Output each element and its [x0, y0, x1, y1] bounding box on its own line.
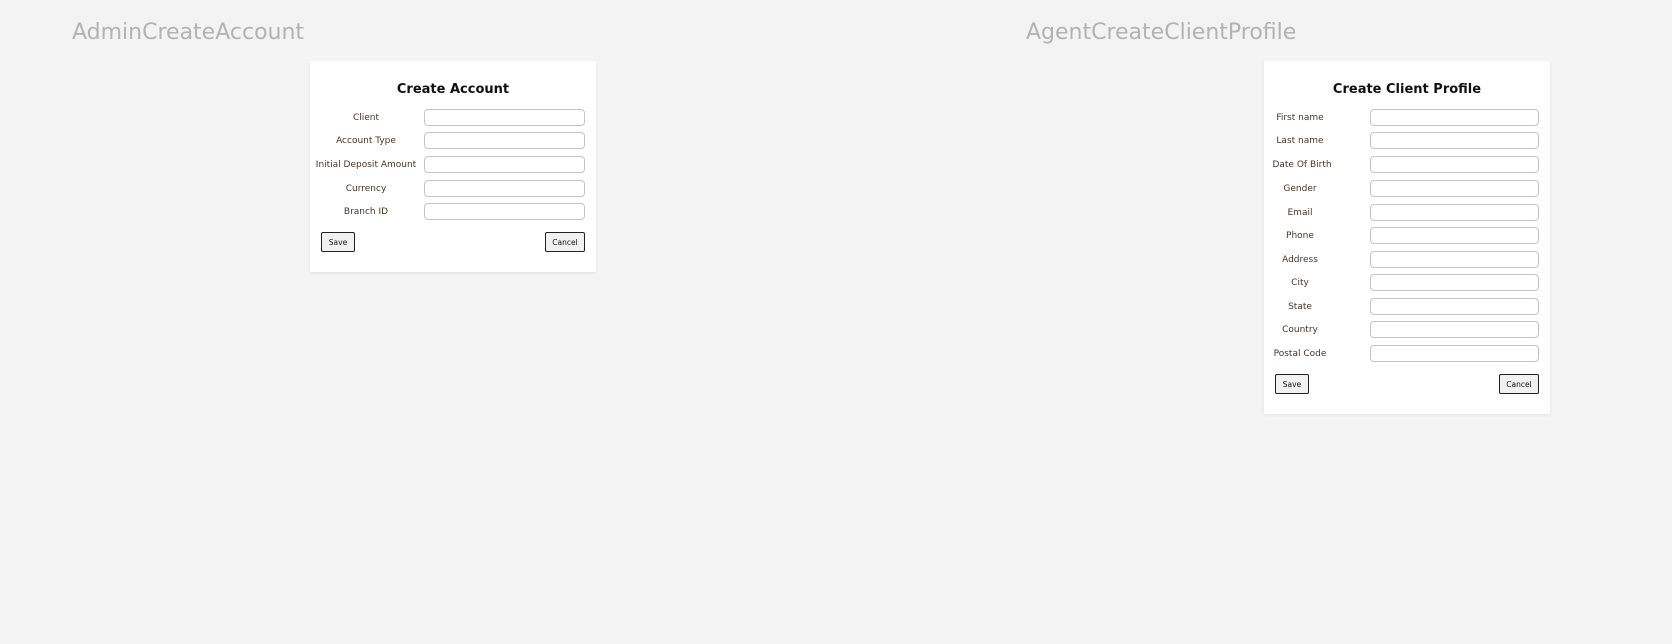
save-button[interactable]: Save — [321, 232, 355, 252]
postal-code-label: Postal Code — [1273, 349, 1327, 359]
save-button[interactable]: Save — [1275, 374, 1309, 394]
date-of-birth-label: Date Of Birth — [1272, 160, 1332, 170]
gender-input[interactable] — [1370, 180, 1539, 197]
initial-deposit-amount-input[interactable] — [424, 156, 585, 173]
currency-label: Currency — [345, 184, 387, 194]
admin-create-account-frame-title[interactable]: AdminCreateAccount — [72, 20, 304, 45]
last-name-label: Last name — [1276, 136, 1324, 146]
last-name-input[interactable] — [1370, 132, 1539, 149]
city-input[interactable] — [1370, 274, 1539, 291]
cancel-button[interactable]: Cancel — [1499, 374, 1539, 394]
phone-input[interactable] — [1370, 227, 1539, 244]
date-of-birth-input[interactable] — [1370, 156, 1539, 173]
initial-deposit-amount-label: Initial Deposit Amount — [315, 160, 417, 170]
branch-id-input[interactable] — [424, 203, 585, 220]
country-input[interactable] — [1370, 321, 1539, 338]
gender-label: Gender — [1283, 184, 1317, 194]
state-label: State — [1288, 302, 1312, 312]
country-label: Country — [1282, 325, 1318, 335]
city-label: City — [1291, 278, 1309, 288]
client-input[interactable] — [424, 109, 585, 126]
create-account-form-title: Create Account — [396, 82, 510, 97]
phone-label: Phone — [1286, 231, 1314, 241]
create-client-profile-form-card: Create Client Profile First name Last na… — [1264, 61, 1550, 414]
address-label: Address — [1282, 255, 1318, 265]
address-input[interactable] — [1370, 251, 1539, 268]
email-input[interactable] — [1370, 204, 1539, 221]
email-label: Email — [1287, 208, 1313, 218]
design-canvas: AdminCreateAccount Create Account Client… — [0, 0, 1672, 644]
account-type-label: Account Type — [336, 136, 396, 146]
create-client-profile-form-title: Create Client Profile — [1332, 82, 1482, 97]
first-name-input[interactable] — [1370, 109, 1539, 126]
cancel-button[interactable]: Cancel — [545, 232, 585, 252]
agent-create-client-profile-frame-title[interactable]: AgentCreateClientProfile — [1026, 20, 1296, 45]
account-type-input[interactable] — [424, 132, 585, 149]
first-name-label: First name — [1276, 113, 1324, 123]
state-input[interactable] — [1370, 298, 1539, 315]
postal-code-input[interactable] — [1370, 345, 1539, 362]
currency-input[interactable] — [424, 180, 585, 197]
client-label: Client — [352, 113, 380, 123]
branch-id-label: Branch ID — [343, 207, 389, 217]
create-account-form-card: Create Account Client Account Type Initi… — [310, 61, 596, 272]
